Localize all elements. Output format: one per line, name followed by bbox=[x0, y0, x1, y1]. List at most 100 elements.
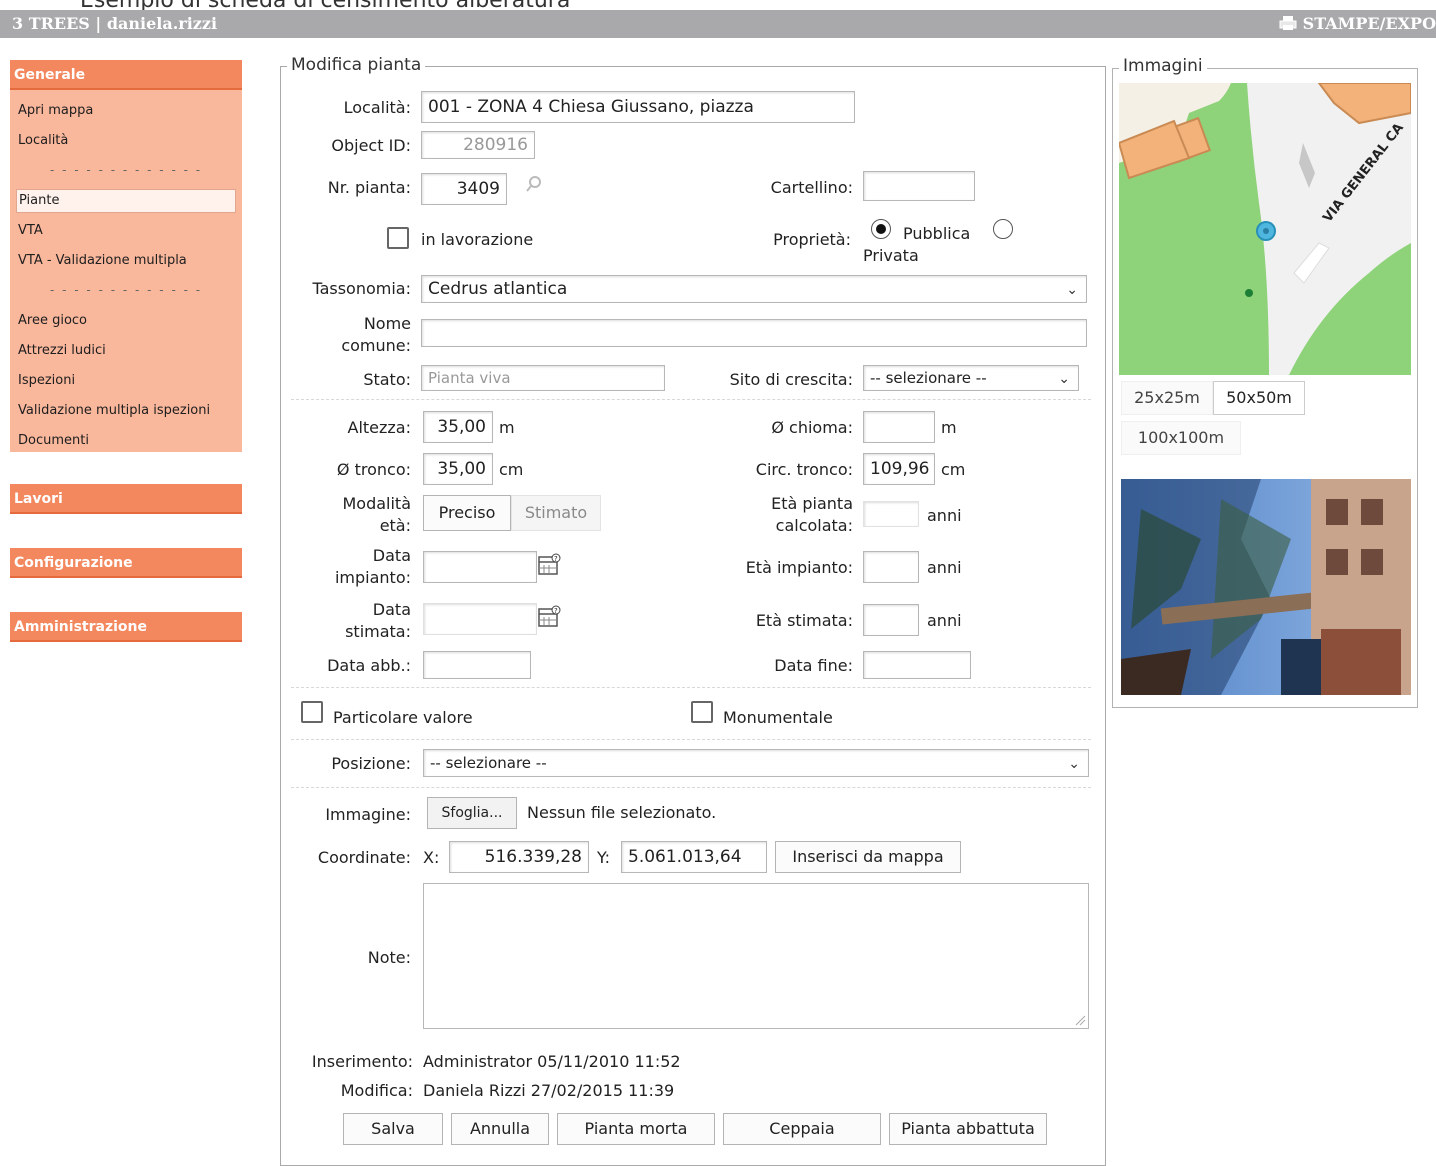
proprieta-pubblica-radio[interactable] bbox=[871, 219, 891, 239]
data-impianto-label: Data impianto: bbox=[301, 545, 411, 589]
nome-comune-field[interactable] bbox=[421, 319, 1087, 347]
divider bbox=[291, 787, 1091, 788]
monumentale-checkbox[interactable] bbox=[691, 701, 713, 723]
menu-item-piante[interactable]: Piante bbox=[16, 189, 236, 213]
data-fine-field[interactable] bbox=[863, 651, 971, 679]
tassonomia-select[interactable]: Cedrus atlantica ⌄ bbox=[421, 275, 1087, 303]
resize-handle-icon[interactable] bbox=[1074, 1014, 1086, 1026]
sfoglia-button[interactable]: Sfoglia... bbox=[427, 797, 517, 829]
scale-100-button[interactable]: 100x100m bbox=[1121, 421, 1241, 455]
menu-head-amministrazione[interactable]: Amministrazione bbox=[10, 612, 242, 642]
eta-stimata-label: Età stimata: bbox=[755, 611, 853, 630]
print-export-link[interactable]: STAMPE/EXPO bbox=[1279, 14, 1436, 33]
tree-photo[interactable] bbox=[1121, 479, 1411, 695]
edit-plant-panel: Modifica pianta Località: 001 - ZONA 4 C… bbox=[280, 55, 1106, 1166]
particolare-valore-checkbox[interactable] bbox=[301, 701, 323, 723]
svg-text:?: ? bbox=[554, 607, 558, 615]
immagine-label: Immagine: bbox=[325, 805, 411, 824]
localita-field[interactable]: 001 - ZONA 4 Chiesa Giussano, piazza bbox=[421, 91, 855, 123]
proprieta-privata-radio[interactable] bbox=[993, 219, 1013, 239]
pianta-abbattuta-button[interactable]: Pianta abbattuta bbox=[889, 1113, 1047, 1145]
calendar-icon[interactable]: ? bbox=[537, 553, 561, 577]
search-icon[interactable] bbox=[525, 175, 543, 193]
proprieta-pubblica-label: Pubblica bbox=[903, 224, 971, 243]
objectid-label: Object ID: bbox=[331, 136, 411, 155]
eta-stimata-field[interactable] bbox=[863, 604, 919, 636]
menu-item-apri-mappa[interactable]: Apri mappa bbox=[16, 96, 236, 126]
nome-comune-label-line2: comune: bbox=[341, 336, 411, 355]
pianta-morta-button[interactable]: Pianta morta bbox=[557, 1113, 715, 1145]
map-graphic: VIA GENERAL CA bbox=[1119, 83, 1411, 375]
cartellino-label: Cartellino: bbox=[770, 178, 853, 197]
modifica-value: Daniela Rizzi 27/02/2015 11:39 bbox=[423, 1081, 675, 1100]
altezza-field[interactable]: 35,00 bbox=[423, 411, 493, 443]
tree-photo-graphic bbox=[1121, 479, 1411, 695]
tronco-field[interactable]: 35,00 bbox=[423, 453, 493, 485]
menu-item-aree-gioco[interactable]: Aree gioco bbox=[16, 306, 236, 336]
ceppaia-button[interactable]: Ceppaia bbox=[723, 1113, 881, 1145]
menu-item-vta[interactable]: VTA bbox=[16, 216, 236, 246]
data-abb-field[interactable] bbox=[423, 651, 531, 679]
scale-50-button[interactable]: 50x50m bbox=[1213, 381, 1305, 415]
data-fine-label: Data fine: bbox=[774, 656, 853, 675]
y-coordinate-field[interactable]: 5.061.013,64 bbox=[621, 841, 767, 873]
menu-separator: - - - - - - - - - - - - - bbox=[50, 163, 203, 177]
monumentale-label: Monumentale bbox=[723, 708, 833, 727]
nr-pianta-field[interactable]: 3409 bbox=[421, 173, 507, 205]
data-impianto-label-line2: impianto: bbox=[334, 568, 411, 587]
chioma-field[interactable] bbox=[863, 411, 935, 443]
modalita-preciso-button[interactable]: Preciso bbox=[423, 495, 511, 531]
in-lavorazione-checkbox[interactable] bbox=[387, 227, 409, 249]
modalita-stimato-button[interactable]: Stimato bbox=[511, 495, 601, 531]
inserisci-da-mappa-button[interactable]: Inserisci da mappa bbox=[775, 841, 961, 873]
menu-item-validazione-ispezioni[interactable]: Validazione multipla ispezioni bbox=[16, 396, 236, 426]
sito-value: -- selezionare -- bbox=[870, 369, 987, 387]
tronco-unit: cm bbox=[499, 460, 524, 479]
menu-item-documenti[interactable]: Documenti bbox=[16, 426, 236, 456]
menu-item-localita[interactable]: Località bbox=[16, 126, 236, 156]
localita-label: Località: bbox=[343, 98, 411, 117]
location-map[interactable]: VIA GENERAL CA bbox=[1119, 83, 1411, 375]
menu-item-ispezioni[interactable]: Ispezioni bbox=[16, 366, 236, 396]
eta-calcolata-label-line2: calcolata: bbox=[775, 516, 853, 535]
y-label: Y: bbox=[597, 848, 611, 867]
app-title: 3 TREES | daniela.rizzi bbox=[12, 14, 218, 33]
salva-button[interactable]: Salva bbox=[343, 1113, 443, 1145]
proprieta-label: Proprietà: bbox=[773, 230, 851, 249]
eta-impianto-field[interactable] bbox=[863, 551, 919, 583]
data-impianto-label-line1: Data bbox=[372, 546, 411, 565]
chioma-label: Ø chioma: bbox=[771, 418, 853, 437]
menu-head-generale[interactable]: Generale bbox=[10, 60, 242, 90]
annulla-button[interactable]: Annulla bbox=[451, 1113, 549, 1145]
circ-label: Circ. tronco: bbox=[755, 460, 853, 479]
menu-item-attrezzi-ludici[interactable]: Attrezzi ludici bbox=[16, 336, 236, 366]
sito-select[interactable]: -- selezionare -- ⌄ bbox=[863, 365, 1079, 391]
data-impianto-field[interactable] bbox=[423, 551, 537, 583]
tronco-label: Ø tronco: bbox=[336, 460, 411, 479]
panel-legend: Modifica pianta bbox=[287, 55, 426, 75]
cartellino-field[interactable] bbox=[863, 171, 975, 201]
chevron-down-icon: ⌄ bbox=[1058, 371, 1070, 387]
eta-impianto-unit: anni bbox=[927, 558, 962, 577]
stato-select[interactable]: Pianta viva bbox=[421, 365, 665, 391]
note-label: Note: bbox=[367, 948, 411, 967]
circ-field[interactable]: 109,96 bbox=[863, 453, 935, 485]
menu-head-configurazione[interactable]: Configurazione bbox=[10, 548, 242, 578]
print-export-label: STAMPE/EXPO bbox=[1302, 14, 1436, 33]
scale-25-button[interactable]: 25x25m bbox=[1121, 381, 1213, 415]
note-textarea[interactable] bbox=[423, 883, 1089, 1029]
modalita-label-line2: età: bbox=[379, 516, 411, 535]
x-label: X: bbox=[423, 848, 440, 867]
proprieta-privata-label: Privata bbox=[863, 246, 919, 265]
divider bbox=[291, 399, 1091, 400]
menu-item-vta-validazione[interactable]: VTA - Validazione multipla bbox=[16, 246, 236, 276]
menu-separator: - - - - - - - - - - - - - bbox=[50, 283, 203, 297]
x-coordinate-field[interactable]: 516.339,28 bbox=[449, 841, 589, 873]
posizione-select[interactable]: -- selezionare -- ⌄ bbox=[423, 749, 1089, 777]
modalita-label-line1: Modalità bbox=[342, 494, 411, 513]
menu-head-lavori[interactable]: Lavori bbox=[10, 484, 242, 514]
nr-pianta-label: Nr. pianta: bbox=[327, 178, 411, 197]
calendar-icon[interactable]: ? bbox=[537, 605, 561, 629]
tassonomia-value: Cedrus atlantica bbox=[428, 279, 568, 299]
chevron-down-icon: ⌄ bbox=[1068, 756, 1080, 772]
